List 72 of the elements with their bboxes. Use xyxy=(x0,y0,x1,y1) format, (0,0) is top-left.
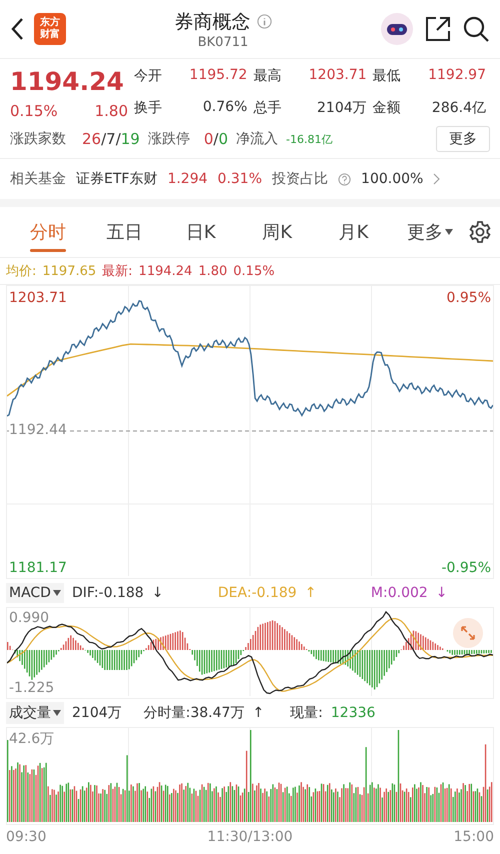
volume-selector[interactable]: 成交量 xyxy=(6,702,64,724)
stat-value: 2104万 xyxy=(317,98,367,118)
m-value: M:0.002 xyxy=(370,585,428,601)
stat-value: 1192.97 xyxy=(428,67,486,85)
volume-top-value: 42.6万 xyxy=(9,730,54,748)
indicator-selector[interactable]: MACD xyxy=(6,583,64,603)
breadth-label: 涨跌家数 xyxy=(10,130,66,148)
breadth-count: 7 xyxy=(106,130,116,148)
fund-label: 相关基金 xyxy=(10,170,66,188)
chart-tab[interactable]: 分时 xyxy=(10,212,86,252)
latest-price: 1194.24 xyxy=(138,264,192,278)
stat-label: 今开 xyxy=(134,67,162,86)
limit-label: 涨跌停 xyxy=(148,130,190,148)
change-percent: 0.15% xyxy=(10,102,58,120)
ratio-label: 投资占比 xyxy=(272,170,328,188)
dea-value: DEA:-0.189 xyxy=(218,585,297,601)
minute-volume-arrow: ↑ xyxy=(252,705,264,721)
chart-tab[interactable]: 五日 xyxy=(86,212,163,252)
last-price: 1194.24 xyxy=(10,67,124,96)
dea-arrow: ↑ xyxy=(304,585,316,601)
limit-count: 0 xyxy=(204,130,214,148)
breadth-count: 19 xyxy=(120,130,140,148)
macd-bottom-value: -1.225 xyxy=(9,680,54,696)
volume-total: 2104万 xyxy=(72,704,122,722)
chart-tab[interactable]: 日K xyxy=(162,212,239,252)
stat-value: 1203.71 xyxy=(308,67,367,85)
fund-price: 1.294 xyxy=(167,171,208,187)
average-price: 1197.65 xyxy=(42,264,96,278)
axis-low-percent: -0.95% xyxy=(441,560,491,576)
app-logo: 东方 财富 xyxy=(34,13,66,45)
current-volume: 12336 xyxy=(330,705,376,721)
change-value: 1.80 xyxy=(94,102,128,120)
breadth-count: / xyxy=(101,130,106,148)
time-label: 09:30 xyxy=(6,829,46,845)
board-code: BK0711 xyxy=(198,34,248,50)
average-price-label: 均价: xyxy=(6,263,36,280)
breadth-count: / xyxy=(116,130,121,148)
time-label: 11:30/13:00 xyxy=(207,829,293,845)
page-title: 券商概念 xyxy=(174,10,250,34)
latest-change: 1.80 xyxy=(198,264,228,278)
stat-value: 286.4亿 xyxy=(432,98,486,118)
chart-tab[interactable]: 月K xyxy=(315,212,392,252)
inflow-value: -16.81亿 xyxy=(286,132,332,146)
axis-high-price: 1203.71 xyxy=(9,290,67,306)
chart-tab[interactable]: 周K xyxy=(238,212,316,252)
ratio-value: 100.00% xyxy=(361,171,424,187)
limit-count: 0 xyxy=(218,130,228,148)
breadth-count: 26 xyxy=(82,130,102,148)
inflow-label: 净流入 xyxy=(236,130,278,148)
chart-tab[interactable]: 更多 xyxy=(392,212,468,252)
macd-top-value: 0.990 xyxy=(9,610,50,626)
time-label: 15:00 xyxy=(454,829,494,845)
m-arrow: ↓ xyxy=(436,585,448,601)
stat-label: 最低 xyxy=(372,67,401,86)
fund-name[interactable]: 证券ETF东财 xyxy=(76,170,158,188)
current-volume-label: 现量: xyxy=(290,704,323,722)
stat-value: 0.76% xyxy=(202,98,248,116)
stat-label: 换手 xyxy=(134,98,162,118)
more-button[interactable]: 更多 xyxy=(436,126,490,152)
axis-high-percent: 0.95% xyxy=(446,290,491,306)
stat-label: 总手 xyxy=(253,98,282,118)
dif-value: DIF:-0.188 xyxy=(72,585,144,601)
dif-arrow: ↓ xyxy=(152,585,164,601)
stat-label: 金额 xyxy=(372,98,401,118)
latest-price-label: 最新: xyxy=(102,263,133,280)
limit-count: / xyxy=(213,130,218,148)
minute-volume: 分时量:38.47万 xyxy=(144,704,244,722)
fund-change: 0.31% xyxy=(218,171,262,187)
stat-value: 1195.72 xyxy=(189,67,248,85)
stat-label: 最高 xyxy=(253,67,282,86)
latest-percent: 0.15% xyxy=(233,264,275,278)
axis-low-price: 1181.17 xyxy=(9,560,67,576)
